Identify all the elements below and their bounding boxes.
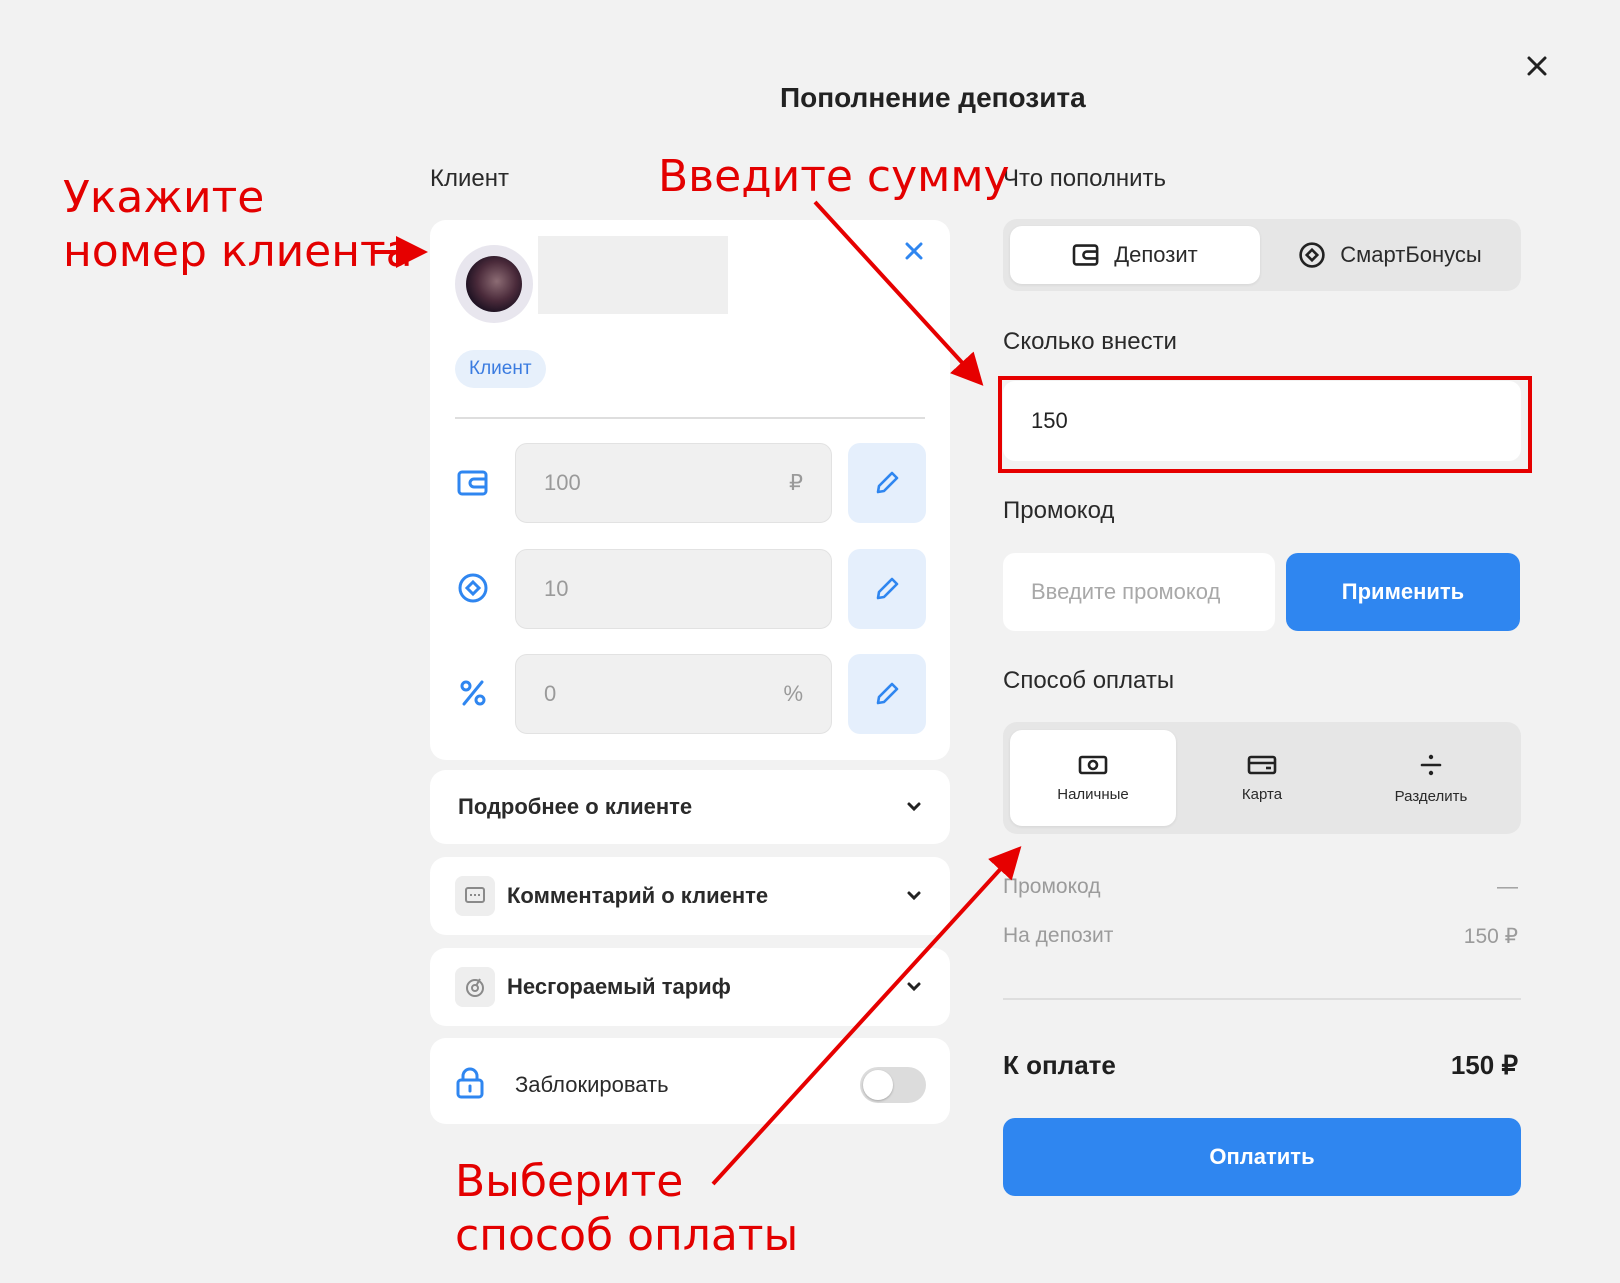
- arrow-enter-amount: [813, 200, 984, 386]
- arrow-choose-payment: [711, 846, 1022, 1186]
- annotation-arrows: [372, 200, 1022, 1186]
